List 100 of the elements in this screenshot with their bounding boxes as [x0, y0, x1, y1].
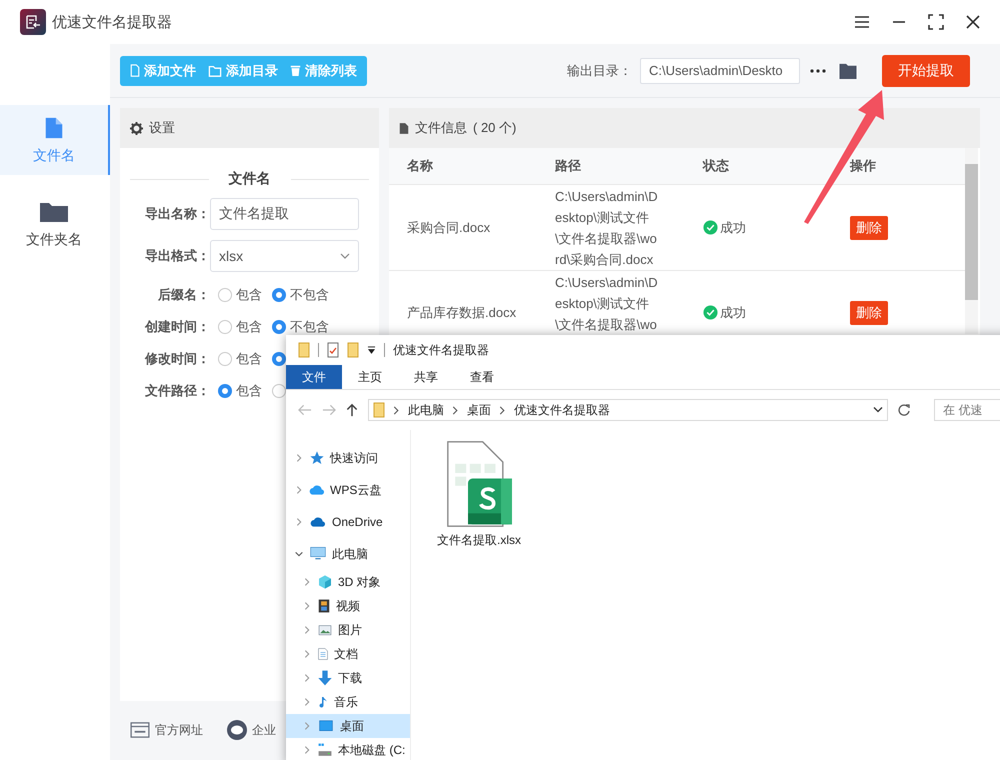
document-icon: [130, 64, 140, 78]
search-field[interactable]: 在 优速: [934, 399, 1000, 421]
chat-icon: [227, 720, 247, 740]
tree-label: 桌面: [340, 718, 364, 734]
ribbon-tab[interactable]: 文件: [286, 365, 342, 389]
file-item[interactable]: 文件名提取.xlsx: [437, 440, 521, 760]
footer-label: 企业: [252, 722, 276, 739]
field-label: 导出格式：: [144, 247, 210, 266]
field-label: 后缀名：: [156, 286, 210, 304]
download-icon: [317, 670, 333, 686]
tree-item[interactable]: WPS云盘: [286, 474, 410, 506]
table-cell-text: C:\Users\admin\Desktop\测试文件\文件名提取器\wo: [555, 274, 659, 334]
nav-label: 文件夹名: [26, 231, 82, 249]
folder-icon: [208, 64, 222, 77]
section-title: 文件名: [228, 170, 270, 188]
chevron-down-icon: [294, 549, 304, 559]
success-icon: [703, 220, 718, 236]
radio-option[interactable]: 不包含: [272, 318, 329, 336]
tree-label: 视频: [336, 598, 360, 614]
name-field[interactable]: 文件名提取: [210, 198, 359, 230]
trash-icon: [290, 64, 301, 78]
tree-item[interactable]: 音乐: [286, 690, 410, 714]
folder-icon: [838, 62, 858, 80]
field-label: 文件路径：: [144, 382, 210, 400]
document-icon: [399, 122, 409, 135]
tree-item[interactable]: 下载: [286, 666, 410, 690]
footer-link[interactable]: 官方网址: [130, 722, 203, 739]
tree-label: OneDrive: [332, 515, 383, 529]
table-cell-text: C:\Users\admin\Desktop\测试文件\文件名提取器\word\采购合同.docx: [555, 188, 659, 270]
panel-title: 设置: [149, 119, 175, 138]
radio-button[interactable]: [272, 352, 286, 366]
scrollbar[interactable]: [965, 148, 978, 334]
settings-icon: [130, 122, 143, 135]
web-icon: [130, 722, 150, 738]
start-button[interactable]: 开始提取: [882, 54, 970, 87]
chevron-right-icon: [302, 625, 312, 635]
address-bar[interactable]: 此电脑 桌面 优速文件名提取器: [368, 399, 888, 421]
breadcrumb-item[interactable]: 此电脑: [408, 402, 444, 418]
dropdown-icon: [367, 346, 376, 354]
tree-item[interactable]: 此电脑: [286, 538, 410, 570]
tree-item[interactable]: OneDrive: [286, 506, 410, 538]
image-icon: [317, 624, 333, 636]
folder-icon: [298, 342, 310, 358]
radio-option[interactable]: 包含: [218, 286, 262, 304]
document-icon: [317, 646, 329, 662]
column-header: 路径: [555, 157, 582, 176]
radio-option[interactable]: 包含: [218, 382, 262, 400]
tree-item[interactable]: 图片: [286, 618, 410, 642]
ribbon-tab[interactable]: 共享: [398, 365, 454, 389]
output-path-field[interactable]: C:\Users\admin\Deskto: [640, 58, 800, 84]
nav-item[interactable]: 文件夹名: [0, 189, 110, 259]
field-label: 导出名称：: [144, 205, 210, 224]
field-label: 修改时间：: [144, 350, 210, 368]
chevron-right-icon: [302, 577, 312, 587]
more-icon: [810, 68, 826, 73]
folder-icon: [373, 402, 385, 418]
film-icon: [317, 598, 331, 614]
footer-link[interactable]: 企业: [227, 720, 276, 740]
status-text: 成功: [720, 304, 746, 322]
breadcrumb-item[interactable]: 桌面: [467, 402, 491, 418]
radio-option[interactable]: 包含: [218, 350, 262, 368]
cloud-icon: [309, 516, 327, 528]
delete-button[interactable]: 删除: [850, 216, 888, 240]
format-dropdown[interactable]: xlsx: [210, 240, 359, 272]
field-label: 创建时间：: [144, 318, 210, 336]
radio-option[interactable]: 不包含: [272, 286, 329, 304]
refresh-icon: [898, 404, 910, 416]
monitor-icon: [317, 719, 335, 733]
chevron-down-icon: [873, 406, 883, 414]
chevron-right-icon: [393, 406, 400, 414]
tree-label: WPS云盘: [330, 482, 382, 498]
chevron-right-icon: [302, 697, 312, 707]
file-count: ( 20 个): [473, 119, 516, 138]
radio-option[interactable]: 包含: [218, 318, 262, 336]
chevron-right-icon: [294, 517, 304, 527]
table-cell-text: 产品库存数据.docx: [407, 304, 518, 322]
tree-item[interactable]: 视频: [286, 594, 410, 618]
chevron-right-icon: [302, 673, 312, 683]
tree-item[interactable]: 3D 对象: [286, 570, 410, 594]
back-icon: [298, 404, 312, 416]
tree-item[interactable]: 本地磁盘 (C:: [286, 738, 410, 760]
chevron-right-icon: [294, 453, 304, 463]
delete-button[interactable]: 删除: [850, 300, 888, 325]
chevron-right-icon: [302, 649, 312, 659]
output-label: 输出目录：: [567, 62, 632, 80]
cloud-icon: [309, 484, 325, 496]
column-header: 操作: [850, 157, 877, 176]
ribbon-tab[interactable]: 查看: [454, 365, 510, 389]
chevron-right-icon: [452, 406, 459, 414]
footer-label: 官方网址: [155, 722, 203, 739]
tree-item[interactable]: 文档: [286, 642, 410, 666]
ribbon-tab[interactable]: 主页: [342, 365, 398, 389]
radio-button[interactable]: [272, 384, 286, 398]
tree-label: 音乐: [334, 694, 358, 710]
tree-item[interactable]: 桌面: [286, 714, 410, 738]
maximize-icon: [928, 14, 944, 30]
breadcrumb-item[interactable]: 优速文件名提取器: [514, 402, 610, 418]
tree-label: 下载: [338, 670, 362, 686]
nav-label: 文件名: [33, 147, 75, 165]
tree-item[interactable]: 快速访问: [286, 442, 410, 474]
